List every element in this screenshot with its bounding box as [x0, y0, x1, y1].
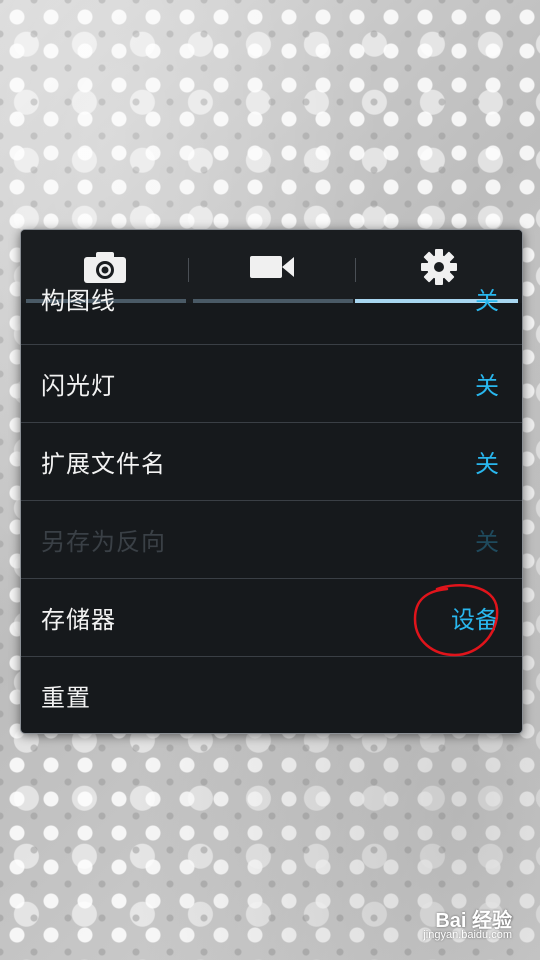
- camera-icon: [83, 251, 126, 283]
- setting-row-save-reversed: 另存为反向 关: [21, 501, 522, 579]
- camera-settings-panel: 构图线 关 闪光灯 关 扩展文件名 关 另存为反向 关 存储器 设备 重置: [20, 229, 523, 734]
- setting-label: 存储器: [41, 606, 116, 634]
- setting-row-grid-lines[interactable]: 构图线 关: [21, 287, 522, 345]
- setting-value: 关: [475, 372, 499, 400]
- baidu-jingyan-watermark: Bai 经验 jingyan.baidu.com: [392, 904, 512, 944]
- settings-list: 构图线 关 闪光灯 关 扩展文件名 关 另存为反向 关 存储器 设备 重置: [21, 287, 522, 733]
- setting-value: 关: [475, 528, 499, 556]
- setting-row-flash[interactable]: 闪光灯 关: [21, 345, 522, 423]
- setting-row-extended-filename[interactable]: 扩展文件名 关: [21, 423, 522, 501]
- setting-value: 关: [475, 287, 499, 315]
- video-camera-icon: [249, 255, 294, 278]
- setting-row-reset[interactable]: 重置: [21, 657, 522, 733]
- watermark-sub: jingyan.baidu.com: [423, 929, 512, 941]
- setting-label: 另存为反向: [41, 528, 166, 556]
- setting-label: 重置: [41, 684, 91, 712]
- setting-row-storage[interactable]: 存储器 设备: [21, 579, 522, 657]
- setting-value: 设备: [451, 606, 499, 634]
- setting-label: 构图线: [41, 287, 116, 315]
- tab-video[interactable]: [188, 230, 355, 303]
- gear-icon: [420, 248, 457, 285]
- setting-label: 扩展文件名: [41, 450, 166, 478]
- setting-value: 关: [475, 450, 499, 478]
- setting-label: 闪光灯: [41, 372, 116, 400]
